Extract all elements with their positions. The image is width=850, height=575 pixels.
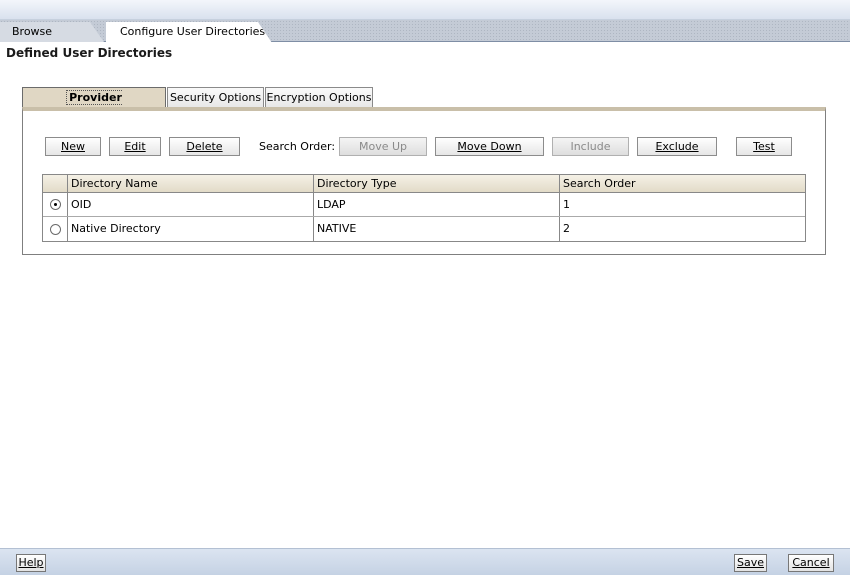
move-up-button[interactable]: Move Up [339, 137, 427, 156]
header-directory-type[interactable]: Directory Type [314, 175, 560, 192]
new-button-label: New [61, 140, 85, 153]
move-down-button[interactable]: Move Down [435, 137, 544, 156]
edit-button-label: Edit [124, 140, 146, 153]
new-button[interactable]: New [45, 137, 101, 156]
save-button-label: Save [736, 556, 764, 569]
header-search-order[interactable]: Search Order [560, 175, 805, 192]
save-button[interactable]: Save [734, 554, 767, 572]
directory-name-cell: OID [68, 193, 314, 216]
help-button-label: Help [18, 556, 44, 569]
table-row[interactable]: OID LDAP 1 [43, 193, 805, 217]
directory-name-cell: Native Directory [68, 217, 314, 241]
tab-security-options[interactable]: Security Options [167, 87, 264, 108]
directory-type-cell: LDAP [314, 193, 560, 216]
footer-bar: Help Save Cancel [0, 548, 850, 575]
delete-button[interactable]: Delete [169, 137, 240, 156]
edit-button[interactable]: Edit [109, 137, 161, 156]
tab-browse[interactable]: Browse [0, 22, 104, 42]
page-title: Defined User Directories [6, 46, 173, 60]
cancel-button[interactable]: Cancel [788, 554, 834, 572]
test-button[interactable]: Test [736, 137, 792, 156]
help-button[interactable]: Help [16, 554, 46, 572]
tab-configure-user-directories[interactable]: Configure User Directories [106, 22, 272, 43]
title-strip [0, 0, 850, 20]
header-select [43, 175, 68, 192]
tab-provider-configuration[interactable]: Provider Configuration [22, 87, 166, 124]
directory-type-cell: NATIVE [314, 217, 560, 241]
header-directory-name[interactable]: Directory Name [68, 175, 314, 192]
exclude-button[interactable]: Exclude [637, 137, 717, 156]
row-select-cell [43, 217, 68, 241]
tab-encryption-options[interactable]: Encryption Options [265, 87, 373, 108]
search-order-cell: 2 [563, 222, 570, 235]
test-button-label: Test [753, 140, 775, 153]
row-radio[interactable] [49, 223, 61, 235]
table-header: Directory Name Directory Type Search Ord… [43, 175, 805, 193]
row-select-cell [43, 193, 68, 216]
directories-table: Directory Name Directory Type Search Ord… [42, 174, 806, 242]
exclude-button-label: Exclude [655, 140, 699, 153]
search-order-label: Search Order: [259, 140, 336, 153]
row-radio[interactable] [49, 199, 61, 210]
include-button[interactable]: Include [552, 137, 629, 156]
delete-button-label: Delete [186, 140, 223, 153]
search-order-cell: 1 [563, 198, 570, 211]
cancel-button-label: Cancel [792, 556, 830, 569]
table-row[interactable]: Native Directory NATIVE 2 [43, 217, 805, 241]
move-down-button-label: Move Down [457, 140, 522, 153]
